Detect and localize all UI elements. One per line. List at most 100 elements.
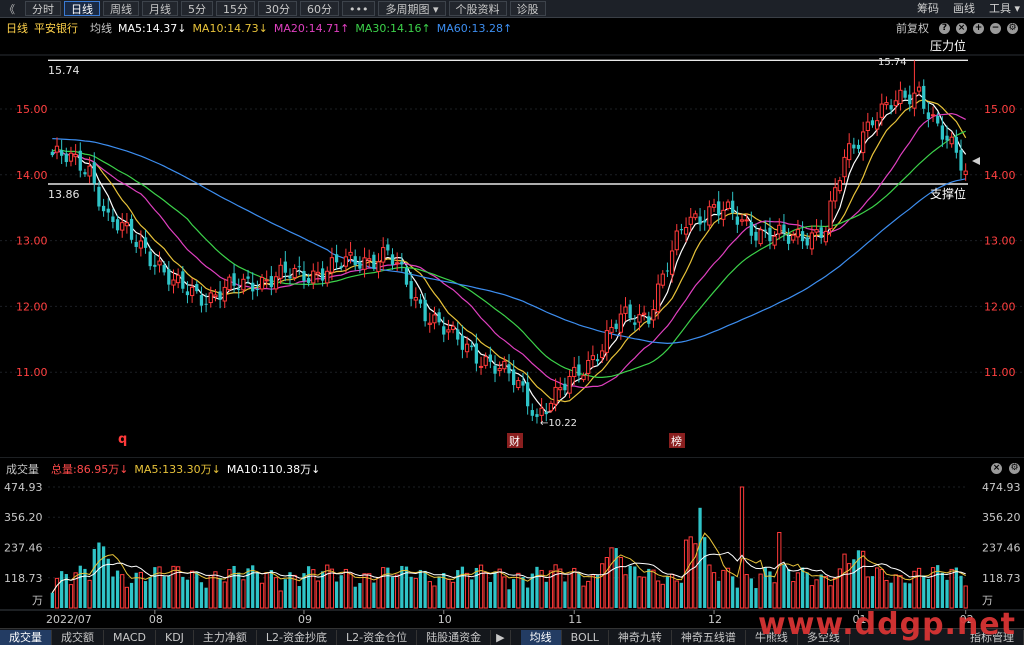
candle-body <box>213 294 218 298</box>
candle-body <box>87 165 92 177</box>
indicator-tab[interactable]: 主力净额 <box>194 629 257 645</box>
volume-label[interactable]: 成交量 <box>6 461 39 477</box>
candle-body <box>647 316 651 324</box>
more-periods-button[interactable]: ••• <box>342 1 376 16</box>
indicator-tab[interactable]: KDJ <box>156 629 194 645</box>
tab-5min[interactable]: 5分 <box>181 1 213 16</box>
tab-30min[interactable]: 30分 <box>258 1 297 16</box>
stock-name[interactable]: 平安银行 <box>34 20 78 36</box>
candle-body <box>553 386 558 405</box>
volume-bar <box>674 580 679 609</box>
close-icon[interactable]: × <box>956 22 967 34</box>
zoom-out-icon[interactable]: − <box>990 22 1001 34</box>
volume-close-icon[interactable]: × <box>991 463 1002 474</box>
support-value-label: 13.86 <box>48 188 80 201</box>
candle-body <box>83 172 87 175</box>
volume-bar <box>735 587 739 608</box>
volume-bar <box>651 569 656 609</box>
ma-label[interactable]: 均线 <box>90 20 112 36</box>
help-icon[interactable]: ? <box>939 22 950 34</box>
tab-daily[interactable]: 日线 <box>64 1 100 16</box>
price-axis-tick: 12.00 <box>16 300 48 313</box>
candle-body <box>954 136 958 153</box>
volume-bar <box>926 579 931 608</box>
candle-body <box>339 266 343 268</box>
candle-body <box>464 343 470 353</box>
volume-settings-icon[interactable]: ⚙ <box>1009 463 1020 474</box>
volume-bar <box>875 567 880 609</box>
indicator-tab[interactable]: L2-资金抄底 <box>257 629 338 645</box>
volume-bar <box>195 571 199 608</box>
volume-bar <box>199 582 204 608</box>
volume-bar <box>679 582 684 608</box>
candle-body <box>409 281 413 299</box>
volume-bar <box>483 572 488 609</box>
indicator-tab[interactable]: MACD <box>104 629 156 645</box>
candle-body <box>852 144 856 149</box>
volume-bar <box>777 532 782 609</box>
ma-info-bar: 日线 平安银行 均线 MA5:14.37↓ MA10:14.73↓ MA20:1… <box>0 19 1024 37</box>
volume-bar <box>586 580 591 609</box>
volume-bar <box>189 570 195 609</box>
zoom-in-icon[interactable]: + <box>973 22 984 34</box>
candle-body <box>749 222 753 236</box>
indicator-tab[interactable]: 均线 <box>520 629 562 645</box>
chips-button[interactable]: 筹码 <box>917 1 939 16</box>
volume-bar <box>577 573 581 608</box>
indicator-tab[interactable]: 成交额 <box>52 629 104 645</box>
draw-line-button[interactable]: 画线 <box>953 1 975 16</box>
candle-body <box>259 276 265 290</box>
indicator-tab[interactable]: 神奇五线谱 <box>672 629 746 645</box>
candle-body <box>581 375 586 381</box>
indicator-tab[interactable]: BOLL <box>562 629 609 645</box>
tab-intraday[interactable]: 分时 <box>25 1 61 16</box>
volume-bar <box>143 581 148 608</box>
indicator-tab[interactable]: ▶ <box>491 629 511 645</box>
multi-period-dropdown[interactable]: 多周期图 ▾ <box>378 1 446 16</box>
volume-chart[interactable]: 474.93 474.93 356.20 356.20 237.46 237.46 118.… <box>0 478 1024 628</box>
indicator-tab[interactable]: L2-资金仓位 <box>337 629 418 645</box>
candle-body <box>474 343 479 364</box>
indicator-tab[interactable]: 成交量 <box>0 629 52 645</box>
candle-body <box>446 329 451 333</box>
volume-bar <box>148 577 152 608</box>
volume-bar <box>315 580 321 609</box>
candle-body <box>376 261 381 272</box>
volume-bar <box>642 576 647 609</box>
indicator-tab[interactable]: 陆股通资金 <box>417 629 492 645</box>
volume-bar <box>400 565 404 608</box>
candle-body <box>637 314 642 323</box>
ma10-value: MA10:14.73↓ <box>192 21 268 35</box>
tab-weekly[interactable]: 周线 <box>103 1 139 16</box>
period-toolbar: 《 分时 日线 周线 月线 5分 15分 30分 60分 ••• 多周期图 ▾ … <box>0 0 1024 18</box>
volume-bar <box>865 576 870 609</box>
price-adjust-button[interactable]: 前复权 <box>896 20 929 36</box>
candle-body <box>325 270 330 284</box>
candle-body <box>297 266 301 268</box>
volume-unit-right: 万 <box>982 594 993 607</box>
candle-body <box>400 261 404 265</box>
earnings-marker[interactable]: 财 <box>509 434 520 448</box>
candle-body <box>604 330 609 353</box>
tab-monthly[interactable]: 月线 <box>142 1 178 16</box>
candle-body <box>106 208 110 213</box>
indicator-tab[interactable]: 神奇九转 <box>609 629 672 645</box>
candle-body <box>288 276 292 279</box>
volume-axis-tick: 474.93 <box>4 481 43 494</box>
back-icon[interactable]: 《 <box>0 1 19 17</box>
diagnose-button[interactable]: 诊股 <box>509 1 546 16</box>
stock-profile-button[interactable]: 个股资料 <box>448 1 507 16</box>
candlestick-chart[interactable]: 15.00 15.00 14.00 14.00 13.00 13.00 12.00 12.00… <box>0 38 1024 458</box>
marker-q[interactable]: q <box>118 432 127 447</box>
volume-bar <box>502 576 507 609</box>
tab-15min[interactable]: 15分 <box>216 1 255 16</box>
ranking-marker[interactable]: 榜 <box>671 434 682 448</box>
tab-60min[interactable]: 60分 <box>300 1 339 16</box>
ma30-line <box>52 130 966 378</box>
candle-body <box>143 237 148 248</box>
candle-body <box>916 86 922 92</box>
tools-dropdown[interactable]: 工具 ▾ <box>989 1 1020 16</box>
candle-body <box>185 291 190 296</box>
settings-icon[interactable]: ⚙ <box>1007 22 1018 34</box>
volume-bar <box>940 572 945 608</box>
